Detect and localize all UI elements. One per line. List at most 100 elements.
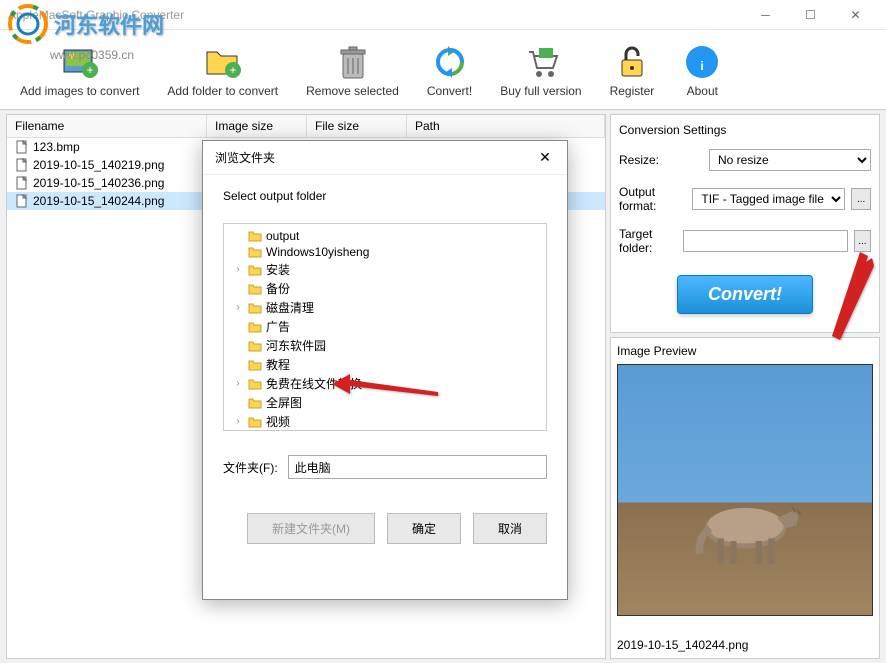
folder-icon [248, 246, 262, 258]
col-imagesize[interactable]: Image size [207, 115, 307, 137]
wolf-image [682, 453, 809, 578]
tree-item[interactable]: 备份 [228, 279, 542, 298]
close-button[interactable]: ✕ [833, 0, 878, 30]
folder-icon [248, 340, 262, 352]
tree-label: 视频 [266, 413, 290, 430]
preview-filename: 2019-10-15_140244.png [617, 634, 873, 652]
tree-label: output [266, 229, 299, 243]
tree-item[interactable]: output [228, 228, 542, 244]
convert-icon [430, 42, 470, 82]
preview-image [617, 364, 873, 616]
trash-icon [333, 42, 373, 82]
convert-main-button[interactable]: Convert! [677, 275, 813, 314]
target-label: Target folder: [619, 227, 677, 255]
maximize-button[interactable]: ☐ [788, 0, 833, 30]
file-icon [15, 194, 29, 208]
right-panel: Conversion Settings Resize: No resize Ou… [610, 114, 880, 659]
window-title: AppleMacSoft Graphic Converter [8, 8, 743, 22]
convert-label: Convert! [427, 84, 472, 98]
remove-label: Remove selected [306, 84, 399, 98]
tree-item[interactable]: › 视频 [228, 412, 542, 431]
buy-label: Buy full version [500, 84, 581, 98]
folder-icon [248, 302, 262, 314]
file-list-header: Filename Image size File size Path [7, 115, 605, 138]
cart-icon [521, 42, 561, 82]
settings-title: Conversion Settings [619, 123, 871, 137]
info-icon: i [682, 42, 722, 82]
expand-icon[interactable]: › [232, 416, 244, 427]
ok-button[interactable]: 确定 [387, 513, 461, 544]
annotation-arrow-1 [330, 370, 440, 403]
svg-text:+: + [229, 63, 236, 77]
folder-icon [248, 283, 262, 295]
target-browse-button[interactable]: ... [854, 230, 871, 252]
tree-label: 教程 [266, 356, 290, 373]
folder-field-label: 文件夹(F): [223, 459, 278, 476]
folder-icon [248, 264, 262, 276]
image-preview-panel: Image Preview 2019-10-15_140244.png [610, 337, 880, 659]
cancel-button[interactable]: 取消 [473, 513, 547, 544]
expand-icon[interactable]: › [232, 302, 244, 313]
format-label: Output format: [619, 185, 686, 213]
expand-icon[interactable]: › [232, 264, 244, 275]
window-titlebar: AppleMacSoft Graphic Converter ─ ☐ ✕ [0, 0, 886, 30]
tree-label: 备份 [266, 280, 290, 297]
svg-text:i: i [701, 59, 704, 73]
svg-text:+: + [86, 63, 93, 77]
folder-icon [248, 321, 262, 333]
folder-icon [248, 416, 262, 428]
tree-label: 磁盘清理 [266, 299, 314, 316]
tree-item[interactable]: › 磁盘清理 [228, 298, 542, 317]
folder-icon [248, 359, 262, 371]
dialog-close-button[interactable]: ✕ [535, 149, 555, 166]
col-filename[interactable]: Filename [7, 115, 207, 137]
dialog-subtitle: Select output folder [203, 175, 567, 213]
tree-label: 全屏图 [266, 394, 302, 411]
folder-icon [248, 378, 262, 390]
tree-label: 安装 [266, 261, 290, 278]
col-path[interactable]: Path [407, 115, 605, 137]
add-images-label: Add images to convert [20, 84, 139, 98]
tree-label: 广告 [266, 318, 290, 335]
expand-icon[interactable]: › [232, 378, 244, 389]
tree-label: 河东软件园 [266, 337, 326, 354]
file-name: 2019-10-15_140236.png [33, 176, 164, 190]
tree-item[interactable]: Windows10yisheng [228, 244, 542, 260]
format-browse-button[interactable]: ... [851, 188, 871, 210]
resize-label: Resize: [619, 153, 703, 167]
tree-item[interactable]: 广告 [228, 317, 542, 336]
about-label: About [687, 84, 718, 98]
folder-icon [248, 230, 262, 242]
dialog-title: 浏览文件夹 [215, 149, 535, 166]
file-name: 2019-10-15_140219.png [33, 158, 164, 172]
file-icon [15, 140, 29, 154]
convert-button[interactable]: Convert! [417, 38, 482, 102]
annotation-arrow-2 [820, 250, 880, 353]
add-images-icon: + [60, 42, 100, 82]
file-name: 2019-10-15_140244.png [33, 194, 164, 208]
format-select[interactable]: TIF - Tagged image file [692, 188, 845, 210]
add-folder-label: Add folder to convert [167, 84, 278, 98]
new-folder-button[interactable]: 新建文件夹(M) [247, 513, 375, 544]
about-button[interactable]: i About [672, 38, 732, 102]
file-icon [15, 158, 29, 172]
add-folder-icon: + [203, 42, 243, 82]
target-folder-input[interactable] [683, 230, 848, 252]
file-name: 123.bmp [33, 140, 80, 154]
folder-name-input[interactable] [288, 455, 547, 479]
resize-select[interactable]: No resize [709, 149, 871, 171]
main-toolbar: + Add images to convert + Add folder to … [0, 30, 886, 110]
folder-icon [248, 397, 262, 409]
register-label: Register [610, 84, 655, 98]
col-filesize[interactable]: File size [307, 115, 407, 137]
register-button[interactable]: Register [600, 38, 665, 102]
tree-item[interactable]: 河东软件园 [228, 336, 542, 355]
remove-button[interactable]: Remove selected [296, 38, 409, 102]
add-folder-button[interactable]: + Add folder to convert [157, 38, 288, 102]
lock-icon [612, 42, 652, 82]
buy-button[interactable]: Buy full version [490, 38, 591, 102]
file-icon [15, 176, 29, 190]
minimize-button[interactable]: ─ [743, 0, 788, 30]
tree-item[interactable]: › 安装 [228, 260, 542, 279]
add-images-button[interactable]: + Add images to convert [10, 38, 149, 102]
